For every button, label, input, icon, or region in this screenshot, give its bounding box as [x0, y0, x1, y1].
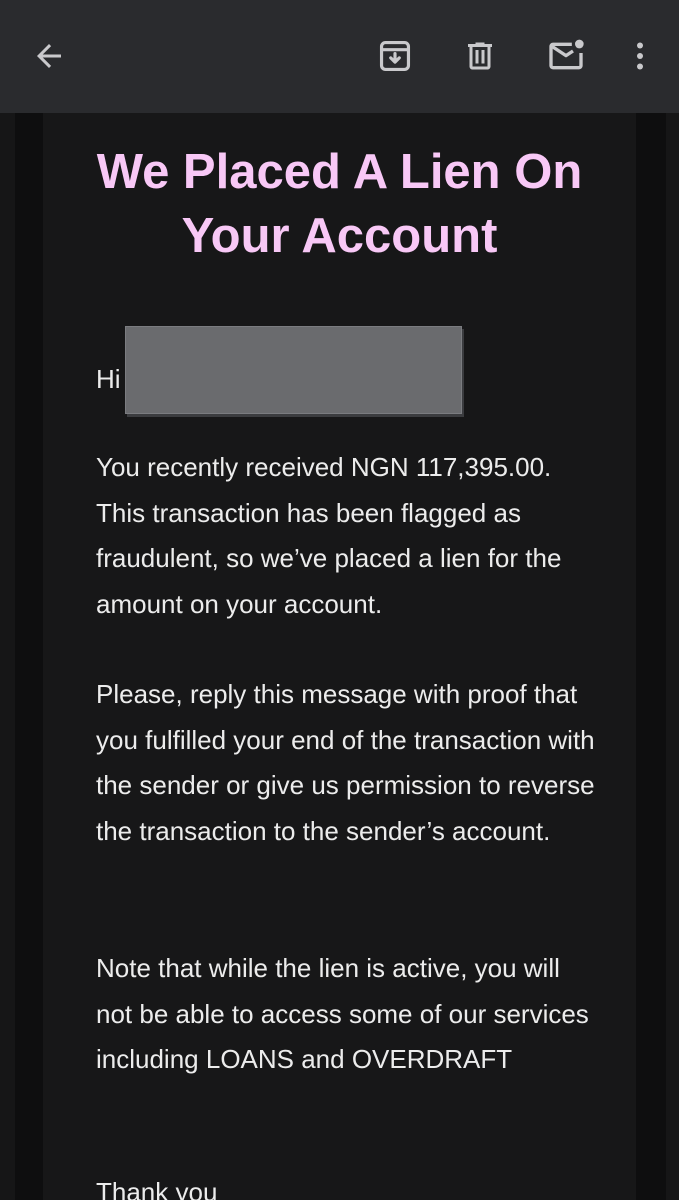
archive-button[interactable]	[367, 28, 423, 84]
back-button[interactable]	[21, 28, 77, 84]
mark-unread-button[interactable]	[538, 28, 594, 84]
more-vert-icon	[637, 42, 643, 70]
paragraph-note: Note that while the lien is active, you …	[96, 953, 589, 1074]
arrow-left-icon	[37, 44, 61, 68]
mark-unread-icon	[549, 39, 584, 70]
paragraph-transaction: You recently received NGN 117,395.00. Th…	[96, 452, 562, 619]
greeting: Hi	[96, 364, 121, 394]
trash-icon	[468, 42, 492, 70]
archive-icon	[379, 40, 411, 72]
email-screen: We Placed A Lien On Your Account Hi You …	[0, 0, 679, 1200]
paragraph-request: Please, reply this message with proof th…	[96, 679, 595, 846]
paragraph-signoff: Thank you	[96, 1177, 218, 1200]
top-app-bar	[0, 0, 679, 113]
redacted-name-box	[125, 326, 462, 414]
delete-button[interactable]	[452, 28, 508, 84]
more-options-button[interactable]	[612, 28, 668, 84]
email-headline: We Placed A Lien On Your Account	[43, 140, 636, 268]
headline-line-1: We Placed A Lien On	[96, 145, 583, 199]
headline-line-2: Your Account	[181, 209, 498, 263]
